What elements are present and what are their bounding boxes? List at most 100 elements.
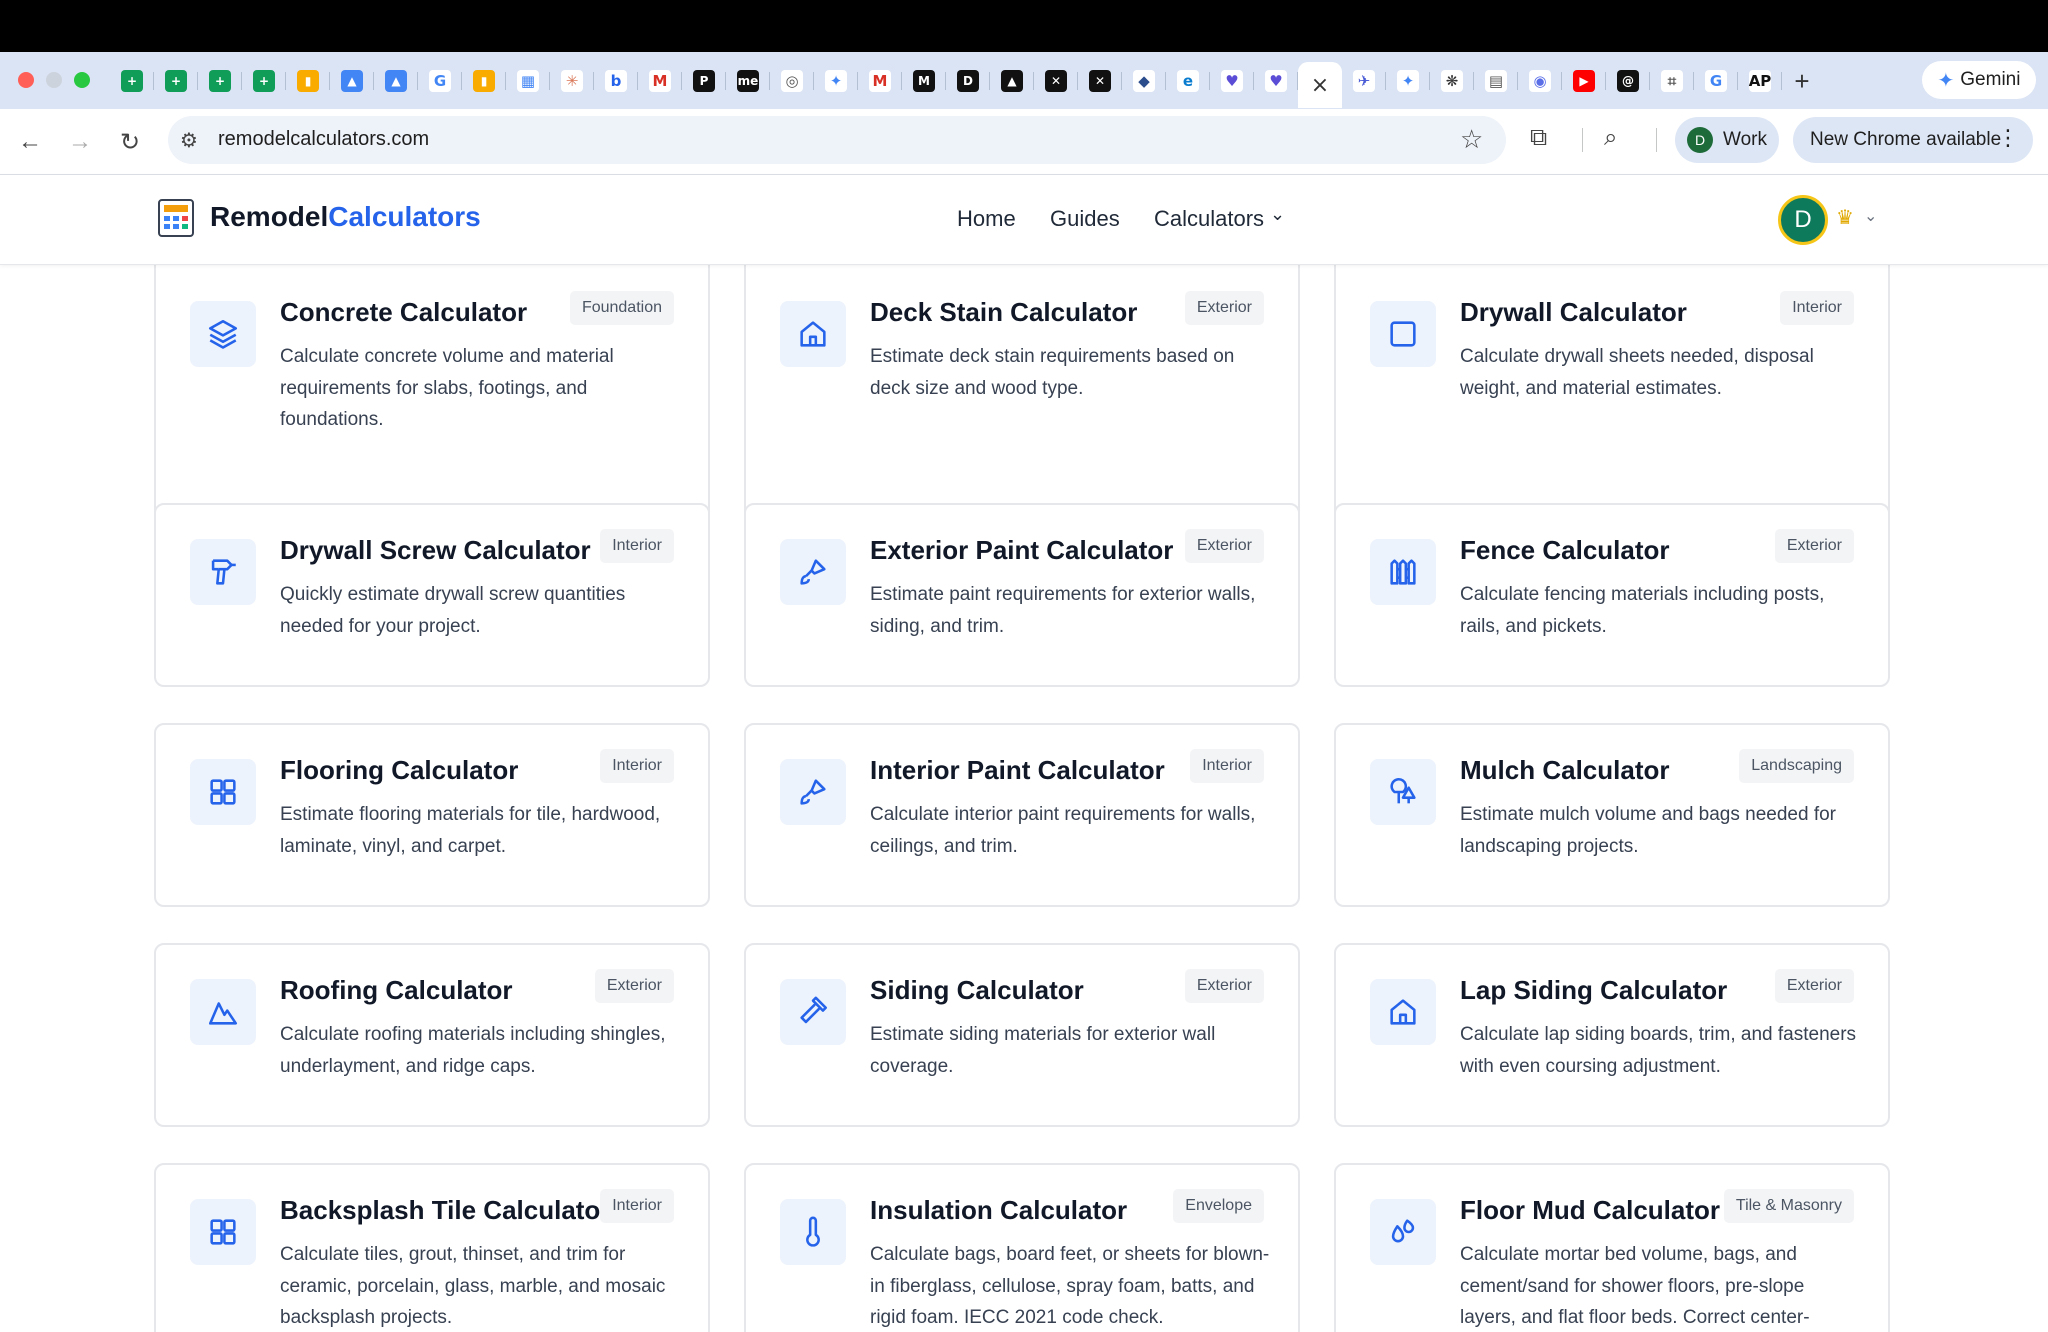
calculator-card[interactable]: Exterior Paint Calculator Exterior Estimat… [744, 503, 1300, 687]
back-icon[interactable]: ← [14, 126, 46, 158]
user-avatar[interactable]: D [1778, 195, 1828, 245]
sheets-icon: + [253, 70, 275, 92]
tab[interactable]: ◉ [1518, 62, 1562, 100]
gmail-icon: M [869, 70, 891, 92]
url-text[interactable]: remodelcalculators.com [218, 128, 429, 151]
calculator-title[interactable]: Drywall Calculator [1460, 297, 1687, 328]
tab[interactable]: ▮ [462, 62, 506, 100]
tab[interactable]: AP [1738, 62, 1782, 100]
calculator-card[interactable]: Fence Calculator Exterior Calculate fencin… [1334, 503, 1890, 687]
tab[interactable]: M [638, 62, 682, 100]
tab[interactable]: ⌗ [1650, 62, 1694, 100]
trees-icon [1370, 759, 1436, 825]
tab[interactable]: ✕ [1078, 62, 1122, 100]
calculator-title[interactable]: Interior Paint Calculator [870, 755, 1165, 786]
calculator-title[interactable]: Roofing Calculator [280, 975, 513, 1006]
tab[interactable]: ♥ [1210, 62, 1254, 100]
site-logo[interactable]: RemodelCalculators [210, 201, 481, 233]
tab[interactable]: + [242, 62, 286, 100]
tab[interactable]: P [682, 62, 726, 100]
tab[interactable]: ▲ [330, 62, 374, 100]
calculator-title[interactable]: Siding Calculator [870, 975, 1084, 1006]
calculator-title[interactable]: Mulch Calculator [1460, 755, 1669, 786]
thermometer-icon [780, 1199, 846, 1265]
update-chrome-button[interactable]: New Chrome available ⋮ [1793, 117, 2033, 163]
logo-text-accent: Calculators [328, 201, 481, 232]
tab[interactable]: ♥ [1254, 62, 1298, 100]
close-window-button[interactable] [18, 72, 34, 88]
site-info-icon[interactable]: ⚙ [180, 128, 198, 153]
layers-icon [190, 301, 256, 367]
tab[interactable]: M [902, 62, 946, 100]
calculator-title[interactable]: Fence Calculator [1460, 535, 1670, 566]
calculator-card[interactable]: Flooring Calculator Interior Estimate floo… [154, 723, 710, 907]
tab[interactable]: M [858, 62, 902, 100]
tab[interactable]: ✦ [1386, 62, 1430, 100]
tab[interactable]: G [1694, 62, 1738, 100]
tab[interactable]: e [1166, 62, 1210, 100]
grid-icon [190, 1199, 256, 1265]
calculator-title[interactable]: Drywall Screw Calculator [280, 535, 591, 566]
gemini-button[interactable]: ✦ Gemini [1922, 61, 2036, 99]
calculator-card[interactable]: Floor Mud Calculator Tile & Masonry Calcul… [1334, 1163, 1890, 1332]
calculator-title[interactable]: Insulation Calculator [870, 1195, 1127, 1226]
calculator-card[interactable]: Mulch Calculator Landscaping Estimate mulc… [1334, 723, 1890, 907]
tab[interactable]: ✳ [550, 62, 594, 100]
tab[interactable]: D [946, 62, 990, 100]
nav-calculators[interactable]: Calculators [1154, 206, 1264, 232]
tab[interactable]: + [198, 62, 242, 100]
tab[interactable]: @ [1606, 62, 1650, 100]
tab-active[interactable]: × [1298, 62, 1342, 108]
calculator-card[interactable]: Interior Paint Calculator Interior Calcula… [744, 723, 1300, 907]
zoom-window-button[interactable] [74, 72, 90, 88]
tab[interactable]: ▤ [1474, 62, 1518, 100]
calculator-title[interactable]: Flooring Calculator [280, 755, 518, 786]
calculator-logo-icon[interactable] [158, 199, 194, 237]
nav-home[interactable]: Home [957, 206, 1016, 232]
tab[interactable]: ▶ [1562, 62, 1606, 100]
tab[interactable]: + [110, 62, 154, 100]
new-tab-button[interactable]: + [1782, 62, 1822, 100]
calculator-title[interactable]: Lap Siding Calculator [1460, 975, 1727, 1006]
category-badge: Envelope [1173, 1189, 1264, 1223]
tab[interactable]: ▮ [286, 62, 330, 100]
tab[interactable]: ▦ [506, 62, 550, 100]
profile-button[interactable]: D Work [1675, 117, 1779, 163]
calculator-card[interactable]: Insulation Calculator Envelope Calculate b… [744, 1163, 1300, 1332]
calculator-title[interactable]: Backsplash Tile Calculator [280, 1195, 610, 1226]
tab[interactable]: me [726, 62, 770, 100]
calculator-card[interactable]: Drywall Screw Calculator Interior Quickly … [154, 503, 710, 687]
forward-icon[interactable]: → [64, 126, 96, 158]
category-badge: Interior [600, 749, 674, 783]
reload-icon[interactable]: ↻ [114, 126, 146, 158]
tab[interactable]: b [594, 62, 638, 100]
calculator-card[interactable]: Lap Siding Calculator Exterior Calculate l… [1334, 943, 1890, 1127]
tab[interactable]: ◎ [770, 62, 814, 100]
tab[interactable]: ✦ [814, 62, 858, 100]
bookmark-star-icon[interactable]: ☆ [1460, 124, 1483, 155]
tab[interactable]: ✕ [1034, 62, 1078, 100]
tab[interactable]: ▲ [374, 62, 418, 100]
tab[interactable]: + [154, 62, 198, 100]
lens-icon[interactable]: ⌕ [1604, 124, 1617, 152]
calculator-title[interactable]: Floor Mud Calculator [1460, 1195, 1720, 1226]
chevron-down-icon[interactable]: ⌄ [1864, 206, 1877, 226]
calculator-title[interactable]: Concrete Calculator [280, 297, 527, 328]
minimize-window-button[interactable] [46, 72, 62, 88]
chevron-down-icon[interactable]: ⌄ [1270, 204, 1285, 225]
calculator-title[interactable]: Exterior Paint Calculator [870, 535, 1173, 566]
more-menu-icon[interactable]: ⋮ [1997, 127, 2019, 149]
tab[interactable]: ❋ [1430, 62, 1474, 100]
nav-guides[interactable]: Guides [1050, 206, 1120, 232]
extensions-icon[interactable]: ⧉ [1530, 124, 1547, 152]
tab[interactable]: ◆ [1122, 62, 1166, 100]
tab[interactable]: ✈ [1342, 62, 1386, 100]
calculator-title[interactable]: Deck Stain Calculator [870, 297, 1137, 328]
calculator-card[interactable]: Roofing Calculator Exterior Calculate roof… [154, 943, 710, 1127]
calculator-card[interactable]: Backsplash Tile Calculator Interior Calcul… [154, 1163, 710, 1332]
system-top-bar [0, 0, 2048, 52]
tab[interactable]: ▲ [990, 62, 1034, 100]
bracket-icon: ⌗ [1661, 70, 1683, 92]
calculator-card[interactable]: Siding Calculator Exterior Estimate siding… [744, 943, 1300, 1127]
tab[interactable]: G [418, 62, 462, 100]
